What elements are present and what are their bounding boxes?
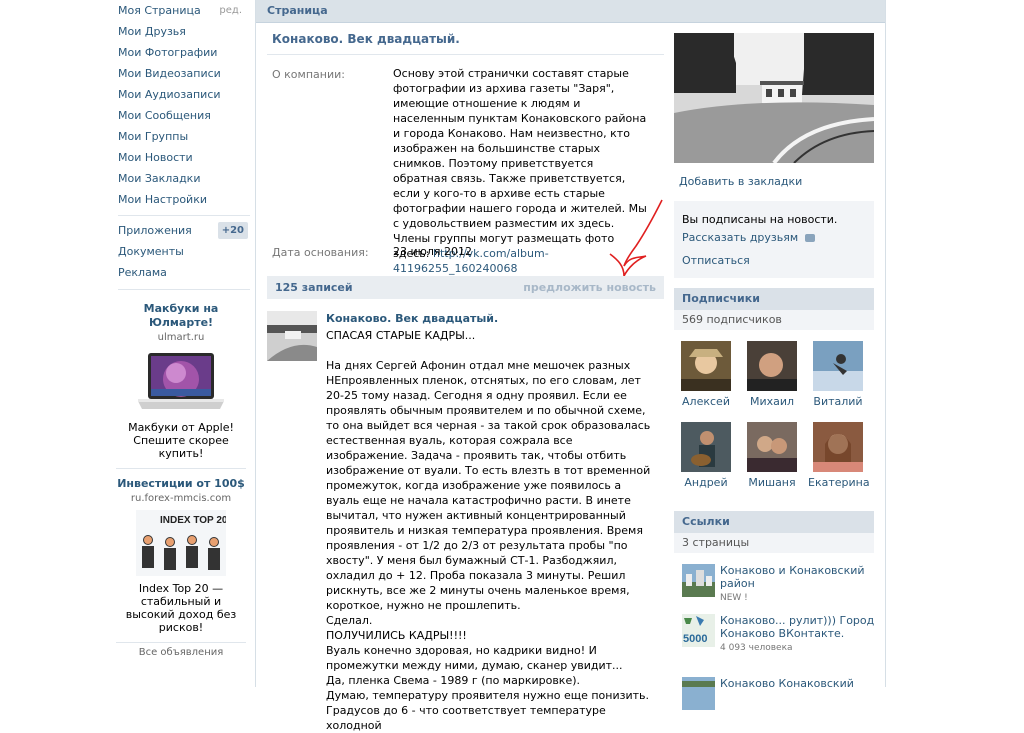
title-divider xyxy=(267,54,664,55)
member-avatar[interactable] xyxy=(813,341,863,391)
speech-bubble-icon xyxy=(804,234,815,242)
member-card[interactable]: Екатерина xyxy=(808,422,870,489)
member-card[interactable]: Мишаня xyxy=(742,422,802,489)
link-title[interactable]: Конаково... рулит))) Город Конаково ВКон… xyxy=(720,614,874,640)
menu-item-videos[interactable]: Мои Видеозаписи xyxy=(112,63,250,84)
wall-post-count[interactable]: 125 записей xyxy=(275,276,353,299)
post-author[interactable]: Конаково. Век двадцатый. xyxy=(326,312,498,325)
left-sidebar: Моя Страница ред. Мои Друзья Мои Фотогра… xyxy=(112,0,250,658)
add-bookmark-link[interactable]: Добавить в закладки xyxy=(679,175,802,188)
menu-label: Мои Фотографии xyxy=(118,46,218,59)
menu-label: Мои Закладки xyxy=(118,172,201,185)
ad-image-caption: INDEX TOP 20 xyxy=(160,515,226,526)
menu-item-settings[interactable]: Мои Настройки xyxy=(112,189,250,210)
link-title[interactable]: Конаково Конаковский xyxy=(720,677,854,690)
menu-item-documents[interactable]: Документы xyxy=(112,241,250,262)
link-thumbnail[interactable]: 5000 xyxy=(682,614,715,647)
links-count: 3 страницы xyxy=(674,533,874,553)
member-name[interactable]: Екатерина xyxy=(808,476,870,489)
header-divider xyxy=(256,22,885,23)
tell-friends-label: Рассказать друзьям xyxy=(682,231,799,244)
link-thumbnail[interactable] xyxy=(682,677,715,710)
group-title: Конаково. Век двадцатый. xyxy=(272,32,460,46)
all-ads-link[interactable]: Все объявления xyxy=(112,643,250,658)
member-name[interactable]: Андрей xyxy=(676,476,736,489)
subscribers-count[interactable]: 569 подписчиков xyxy=(674,310,874,330)
suggest-news-link[interactable]: предложить новость xyxy=(523,276,656,299)
menu-label: Документы xyxy=(118,245,184,258)
member-name[interactable]: Мишаня xyxy=(742,476,802,489)
wall-header: 125 записей предложить новость xyxy=(267,276,664,299)
menu-item-groups[interactable]: Мои Группы xyxy=(112,126,250,147)
member-card[interactable]: Виталий xyxy=(808,341,868,408)
menu-item-bookmarks[interactable]: Мои Закладки xyxy=(112,168,250,189)
menu-item-friends[interactable]: Мои Друзья xyxy=(112,21,250,42)
menu-item-news[interactable]: Мои Новости xyxy=(112,147,250,168)
member-name[interactable]: Виталий xyxy=(808,395,868,408)
member-avatar[interactable] xyxy=(747,341,797,391)
ad-text: Макбуки от Apple! Спешите скорее купить! xyxy=(128,421,234,460)
about-label: О компании: xyxy=(272,68,345,81)
member-name[interactable]: Михаил xyxy=(742,395,802,408)
link-thumbnail[interactable] xyxy=(682,564,715,597)
menu-label: Мои Новости xyxy=(118,151,193,164)
post-text: СПАСАЯ СТАРЫЕ КАДРЫ... На днях Сергей Аф… xyxy=(326,329,651,732)
ad-domain: ru.forex-mmcis.com xyxy=(130,493,232,504)
ad-block-forex[interactable]: Инвестиции от 100$ ru.forex-mmcis.com IN… xyxy=(112,469,250,642)
menu-label: Мои Друзья xyxy=(118,25,186,38)
ad-block-macbook[interactable]: Макбуки на Юлмарте! ulmart.ru Макбуки от… xyxy=(112,294,250,468)
menu-label: Мои Группы xyxy=(118,130,189,143)
red-annotation-arrow xyxy=(609,199,663,277)
menu-item-my-page[interactable]: Моя Страница ред. xyxy=(112,0,250,21)
menu-item-ads[interactable]: Реклама xyxy=(112,262,250,283)
ad-domain: ulmart.ru xyxy=(157,332,205,343)
tell-friends-link[interactable]: Рассказать друзьям xyxy=(682,231,815,244)
member-avatar[interactable] xyxy=(681,341,731,391)
menu-item-messages[interactable]: Мои Сообщения xyxy=(112,105,250,126)
member-avatar[interactable] xyxy=(747,422,797,472)
apps-count-badge: +20 xyxy=(217,222,248,239)
link-subtitle: 4 093 человека xyxy=(720,643,793,653)
menu-label: Мои Настройки xyxy=(118,193,207,206)
subscribers-header[interactable]: Подписчики xyxy=(674,288,874,310)
menu-label: Мои Аудиозаписи xyxy=(118,88,221,101)
member-avatar[interactable] xyxy=(681,422,731,472)
link-thumb-text: 5000 xyxy=(683,633,707,645)
group-avatar[interactable] xyxy=(267,311,317,361)
member-avatar[interactable] xyxy=(813,422,863,472)
member-name[interactable]: Алексей xyxy=(676,395,736,408)
link-subtitle: NEW ! xyxy=(720,593,748,603)
page-header: Страница xyxy=(256,0,885,22)
menu-label: Мои Сообщения xyxy=(118,109,211,122)
menu-label: Моя Страница xyxy=(118,4,201,17)
ad-title[interactable]: Макбуки на Юлмарте! xyxy=(116,302,246,330)
link-title[interactable]: Конаково и Конаковский район xyxy=(720,564,865,590)
menu-divider xyxy=(118,289,250,290)
subscribed-status: Вы подписаны на новости. xyxy=(682,213,838,226)
laptop-image[interactable] xyxy=(136,351,226,415)
links-header[interactable]: Ссылки xyxy=(674,511,874,533)
menu-label: Мои Видеозаписи xyxy=(118,67,221,80)
edit-link[interactable]: ред. xyxy=(219,0,242,21)
index-top20-image[interactable]: INDEX TOP 20 xyxy=(136,510,226,576)
menu-item-photos[interactable]: Мои Фотографии xyxy=(112,42,250,63)
member-card[interactable]: Андрей xyxy=(676,422,736,489)
unsubscribe-link[interactable]: Отписаться xyxy=(682,254,750,267)
member-card[interactable]: Михаил xyxy=(742,341,802,408)
main-menu: Моя Страница ред. Мои Друзья Мои Фотогра… xyxy=(112,0,250,290)
menu-item-apps[interactable]: Приложения +20 xyxy=(112,220,250,241)
menu-label: Приложения xyxy=(118,224,192,237)
main-column: Страница Конаково. Век двадцатый. О комп… xyxy=(255,0,886,732)
founded-label: Дата основания: xyxy=(272,246,369,259)
founded-value: 23 июля 2012 xyxy=(393,245,473,258)
ad-title[interactable]: Инвестиции от 100$ xyxy=(116,477,246,491)
menu-label: Реклама xyxy=(118,266,167,279)
menu-item-audio[interactable]: Мои Аудиозаписи xyxy=(112,84,250,105)
group-photo[interactable] xyxy=(674,33,874,163)
member-card[interactable]: Алексей xyxy=(676,341,736,408)
menu-divider xyxy=(118,215,250,216)
ad-text: Index Top 20 — стабильный и высокий дохо… xyxy=(125,582,237,634)
